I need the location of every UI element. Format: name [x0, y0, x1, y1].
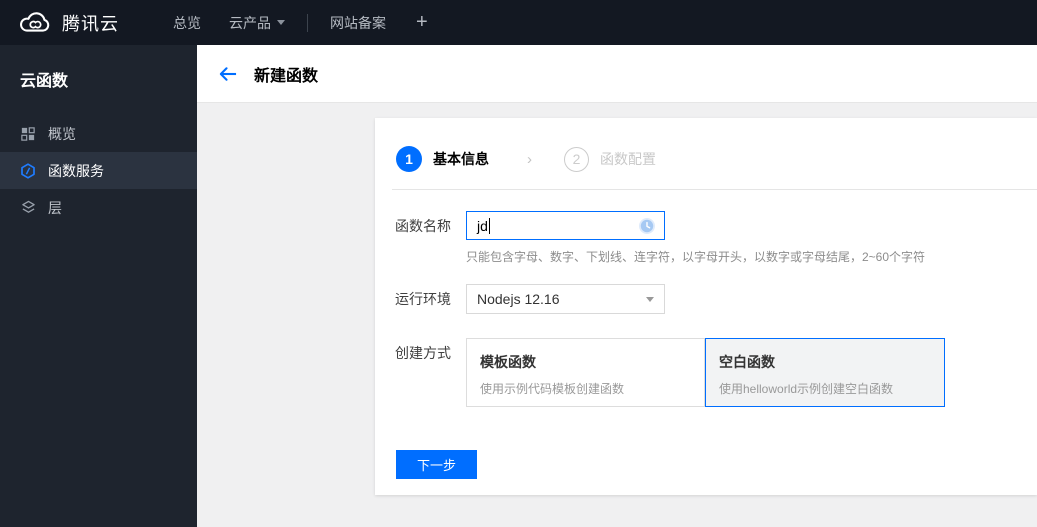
create-function-card: 1 基本信息 › 2 函数配置 函数名称 jd 只能包含字母、数字、下划线、连字… [375, 118, 1037, 495]
grid-icon [20, 126, 36, 142]
method-card-template[interactable]: 模板函数 使用示例代码模板创建函数 [466, 338, 705, 407]
step-1-circle: 1 [396, 146, 422, 172]
step-1-label: 基本信息 [433, 151, 489, 167]
function-name-input[interactable]: jd [466, 211, 665, 240]
chevron-down-icon [646, 296, 654, 302]
page-header: 新建函数 [197, 45, 1037, 103]
brand-name: 腾讯云 [62, 13, 119, 34]
top-nav: 总览 云产品 网站备案 + [159, 0, 444, 45]
step-2-circle: 2 [564, 146, 589, 172]
runtime-value: Nodejs 12.16 [477, 291, 560, 307]
runtime-select[interactable]: Nodejs 12.16 [466, 284, 665, 314]
sidebar: 云函数 概览 函数服务 层 [0, 45, 197, 527]
sidebar-item-layers[interactable]: 层 [0, 189, 197, 226]
sidebar-title: 云函数 [20, 73, 69, 90]
sidebar-item-function-service[interactable]: 函数服务 [0, 152, 197, 189]
page-title: 新建函数 [254, 67, 319, 85]
nav-item-products[interactable]: 云产品 [215, 0, 299, 45]
content-area: 1 基本信息 › 2 函数配置 函数名称 jd 只能包含字母、数字、下划线、连字… [197, 103, 1037, 527]
back-arrow-icon[interactable] [218, 66, 237, 82]
function-service-icon [20, 162, 36, 179]
creation-method-row: 创建方式 模板函数 使用示例代码模板创建函数 空白函数 使用helloworld… [375, 338, 1037, 407]
tencent-cloud-logo[interactable]: 腾讯云 [18, 10, 119, 36]
add-tab-button[interactable]: + [400, 11, 444, 34]
method-card-blank[interactable]: 空白函数 使用helloworld示例创建空白函数 [705, 338, 945, 407]
nav-divider [307, 13, 308, 32]
step-chevron-icon: › [527, 150, 532, 168]
clock-icon [638, 217, 656, 235]
method-card-title: 模板函数 [480, 354, 536, 370]
next-step-button[interactable]: 下一步 [396, 450, 477, 479]
method-card-desc: 使用helloworld示例创建空白函数 [719, 382, 894, 396]
wizard-steps: 1 基本信息 › 2 函数配置 [375, 118, 1037, 173]
method-card-desc: 使用示例代码模板创建函数 [480, 382, 625, 396]
method-card-title: 空白函数 [719, 354, 775, 370]
function-name-value: jd [477, 217, 488, 234]
runtime-label: 运行环境 [395, 291, 451, 307]
cloud-logo-icon [18, 10, 52, 35]
function-name-row: 函数名称 jd [375, 211, 1037, 241]
topbar: 腾讯云 总览 云产品 网站备案 + [0, 0, 1037, 45]
basic-info-form: 函数名称 jd 只能包含字母、数字、下划线、连字符，以字母开头，以数字或字母结尾… [375, 190, 1037, 479]
step-2-label: 函数配置 [600, 151, 656, 167]
function-name-hint: 只能包含字母、数字、下划线、连字符，以字母开头，以数字或字母结尾，2~60个字符 [466, 250, 926, 264]
creation-method-label: 创建方式 [395, 345, 451, 361]
text-cursor [488, 217, 490, 234]
layers-icon [20, 200, 36, 216]
sidebar-item-overview[interactable]: 概览 [0, 115, 197, 152]
sidebar-item-label: 函数服务 [48, 162, 104, 179]
nav-item-icp[interactable]: 网站备案 [316, 0, 400, 45]
sidebar-item-label: 概览 [48, 125, 76, 142]
creation-method-cards: 模板函数 使用示例代码模板创建函数 空白函数 使用helloworld示例创建空… [466, 338, 945, 407]
function-name-label: 函数名称 [395, 218, 451, 234]
runtime-row: 运行环境 Nodejs 12.16 [375, 284, 1037, 314]
chevron-down-icon [277, 20, 285, 25]
nav-item-overview[interactable]: 总览 [159, 0, 215, 45]
sidebar-item-label: 层 [48, 199, 62, 216]
